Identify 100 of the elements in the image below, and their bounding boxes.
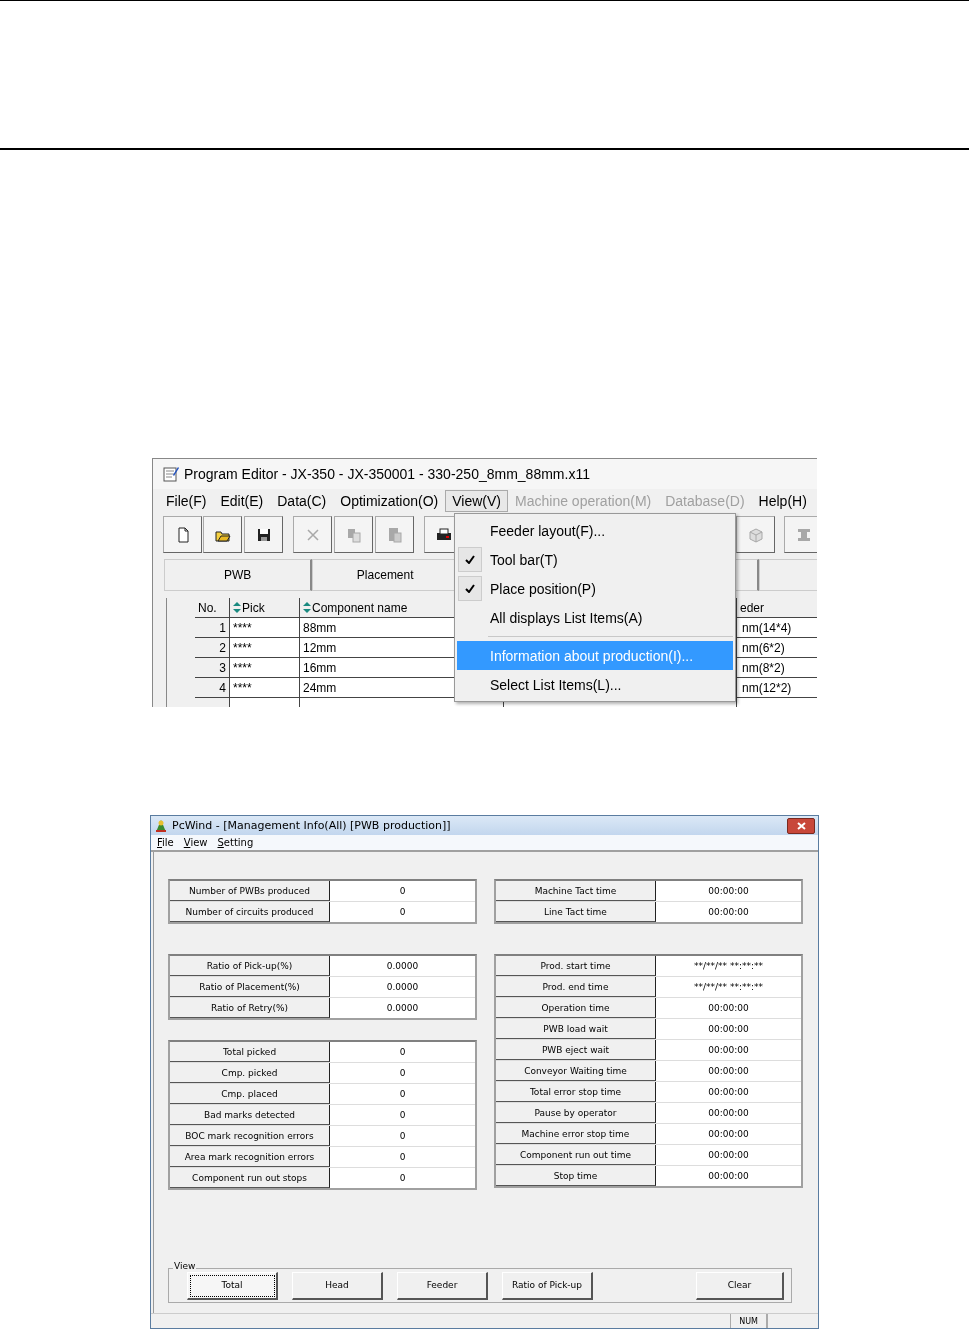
row-label: Area mark recognition errors bbox=[170, 1147, 330, 1167]
row-label: Total error stop time bbox=[496, 1082, 656, 1102]
table-cell-text: 00:00:00 bbox=[707, 1002, 750, 1015]
row-label: Prod. end time bbox=[496, 977, 656, 997]
row-label: Bad marks detected bbox=[170, 1105, 330, 1125]
view-button[interactable]: Head bbox=[292, 1271, 383, 1300]
row-label: Ratio of Placement(%) bbox=[170, 977, 330, 997]
table-cell-text: 00:00:00 bbox=[707, 1065, 750, 1078]
checkmark-icon bbox=[465, 584, 475, 593]
sort-icon bbox=[303, 602, 311, 613]
menu-item[interactable]: Feeder layout(F)... bbox=[457, 516, 733, 545]
sort-icon bbox=[233, 602, 241, 613]
row-label: Machine Tact time bbox=[496, 881, 656, 901]
toolbar-icon bbox=[795, 526, 812, 543]
window-title: Program Editor - JX-350 - JX-350001 - 330-250_8mm_88mm.x11 bbox=[184, 466, 590, 482]
table-cell-text: 0 bbox=[398, 1109, 407, 1122]
row-label: Ratio of Retry(%) bbox=[170, 998, 330, 1018]
table-cell: nm(6*2) bbox=[737, 638, 817, 658]
menu-item[interactable]: Optimization(O) bbox=[333, 489, 446, 512]
close-icon bbox=[796, 821, 806, 830]
toolbar-icon bbox=[304, 526, 321, 543]
toolbar-icon bbox=[435, 526, 452, 543]
menu-item[interactable]: File bbox=[157, 837, 174, 848]
row-number: 1 bbox=[195, 618, 230, 638]
row-number: 3 bbox=[195, 658, 230, 678]
table-cell-text: 00:00:00 bbox=[707, 906, 750, 919]
menu-item[interactable]: Edit(E) bbox=[213, 489, 271, 512]
row-label: Ratio of Pick-up(%) bbox=[170, 956, 330, 976]
menu-item[interactable]: View(V) bbox=[445, 489, 509, 512]
table-cell-text: 00:00:00 bbox=[707, 1044, 750, 1057]
table-cell: **** bbox=[230, 658, 300, 678]
table-cell-text: 0 bbox=[398, 1088, 407, 1101]
table-cell-text: 0 bbox=[398, 1046, 407, 1059]
table-cell: **** bbox=[230, 638, 300, 658]
clear-button[interactable]: Clear bbox=[696, 1271, 784, 1300]
menu-item[interactable]: Tool bar(T) bbox=[457, 545, 733, 574]
row-label: Cmp. picked bbox=[170, 1063, 330, 1083]
menu-item[interactable]: Help(H) bbox=[751, 489, 814, 512]
app-icon bbox=[163, 466, 179, 482]
row-number: 2 bbox=[195, 638, 230, 658]
row-label: Stop time bbox=[496, 1166, 656, 1186]
menu-item[interactable]: File(F) bbox=[159, 489, 214, 512]
menu-item[interactable]: View bbox=[183, 837, 208, 848]
group-label: View bbox=[173, 1261, 197, 1271]
row-label: Component run out time bbox=[496, 1145, 656, 1165]
table-cell-text: 0.0000 bbox=[385, 981, 420, 994]
column-header[interactable]: Pick bbox=[230, 598, 300, 618]
row-label: Number of circuits produced bbox=[170, 902, 330, 922]
menu-item[interactable]: Data(C) bbox=[270, 489, 334, 512]
toolbar-icon bbox=[386, 526, 403, 543]
menu-item[interactable]: Setting bbox=[217, 837, 254, 848]
app-icon bbox=[154, 818, 168, 833]
table-cell: nm(12*2) bbox=[737, 678, 817, 698]
table-cell-text: 00:00:00 bbox=[707, 1170, 750, 1183]
row-label: Total picked bbox=[170, 1042, 330, 1062]
table-cell-text: 0 bbox=[398, 1151, 407, 1164]
column-header[interactable]: No. bbox=[195, 598, 230, 618]
table-cell-text: 0 bbox=[398, 885, 407, 898]
row-label: Line Tact time bbox=[496, 902, 656, 922]
row-label: Operation time bbox=[496, 998, 656, 1018]
status-indicator: NUM bbox=[730, 1314, 767, 1328]
table-cell-text: 00:00:00 bbox=[707, 1128, 750, 1141]
table-cell-text: 00:00:00 bbox=[707, 1107, 750, 1120]
row-label: Pause by operator bbox=[496, 1103, 656, 1123]
tab[interactable]: PWB bbox=[164, 559, 313, 591]
table-cell: **** bbox=[230, 618, 300, 638]
table-cell: nm(14*4) bbox=[737, 618, 817, 638]
table-cell-text: 0 bbox=[398, 1172, 407, 1185]
table-cell: nm(8*2) bbox=[737, 658, 817, 678]
close-button[interactable] bbox=[787, 817, 815, 834]
row-label: PWB eject wait bbox=[496, 1040, 656, 1060]
table-cell-text: 00:00:00 bbox=[707, 1149, 750, 1162]
window-title: PcWind - [Management Info(All) [PWB production]] bbox=[172, 819, 452, 832]
table-cell-text: **/**/** **:**:** bbox=[693, 981, 764, 994]
view-button[interactable]: Ratio of Pick-up bbox=[502, 1271, 593, 1300]
row-label: Cmp. placed bbox=[170, 1084, 330, 1104]
row-label: Component run out stops bbox=[170, 1168, 330, 1188]
toolbar-icon bbox=[345, 526, 362, 543]
table-cell-text: 0.0000 bbox=[385, 960, 420, 973]
table-cell-text: 0 bbox=[398, 906, 407, 919]
table-cell-text: 00:00:00 bbox=[707, 1023, 750, 1036]
table-cell-text: 00:00:00 bbox=[707, 1086, 750, 1099]
toolbar-icon bbox=[255, 526, 272, 543]
view-button[interactable]: Feeder bbox=[397, 1271, 488, 1300]
row-label: PWB load wait bbox=[496, 1019, 656, 1039]
table-cell-text: 0 bbox=[398, 1130, 407, 1143]
table-cell-text: **/**/** **:**:** bbox=[693, 960, 764, 973]
row-label: Conveyor Waiting time bbox=[496, 1061, 656, 1081]
toolbar-button[interactable] bbox=[244, 516, 283, 553]
row-label: Machine error stop time bbox=[496, 1124, 656, 1144]
table-cell: **** bbox=[230, 678, 300, 698]
table-cell-text: 0.0000 bbox=[385, 1002, 420, 1015]
row-label: BOC mark recognition errors bbox=[170, 1126, 330, 1146]
row-number: 4 bbox=[195, 678, 230, 698]
view-button[interactable]: Total bbox=[187, 1271, 278, 1300]
checkmark-icon bbox=[465, 555, 475, 564]
table-cell-text: 00:00:00 bbox=[707, 885, 750, 898]
toolbar-icon bbox=[747, 526, 764, 543]
table-cell-text: 0 bbox=[398, 1067, 407, 1080]
row-label: Number of PWBs produced bbox=[170, 881, 330, 901]
